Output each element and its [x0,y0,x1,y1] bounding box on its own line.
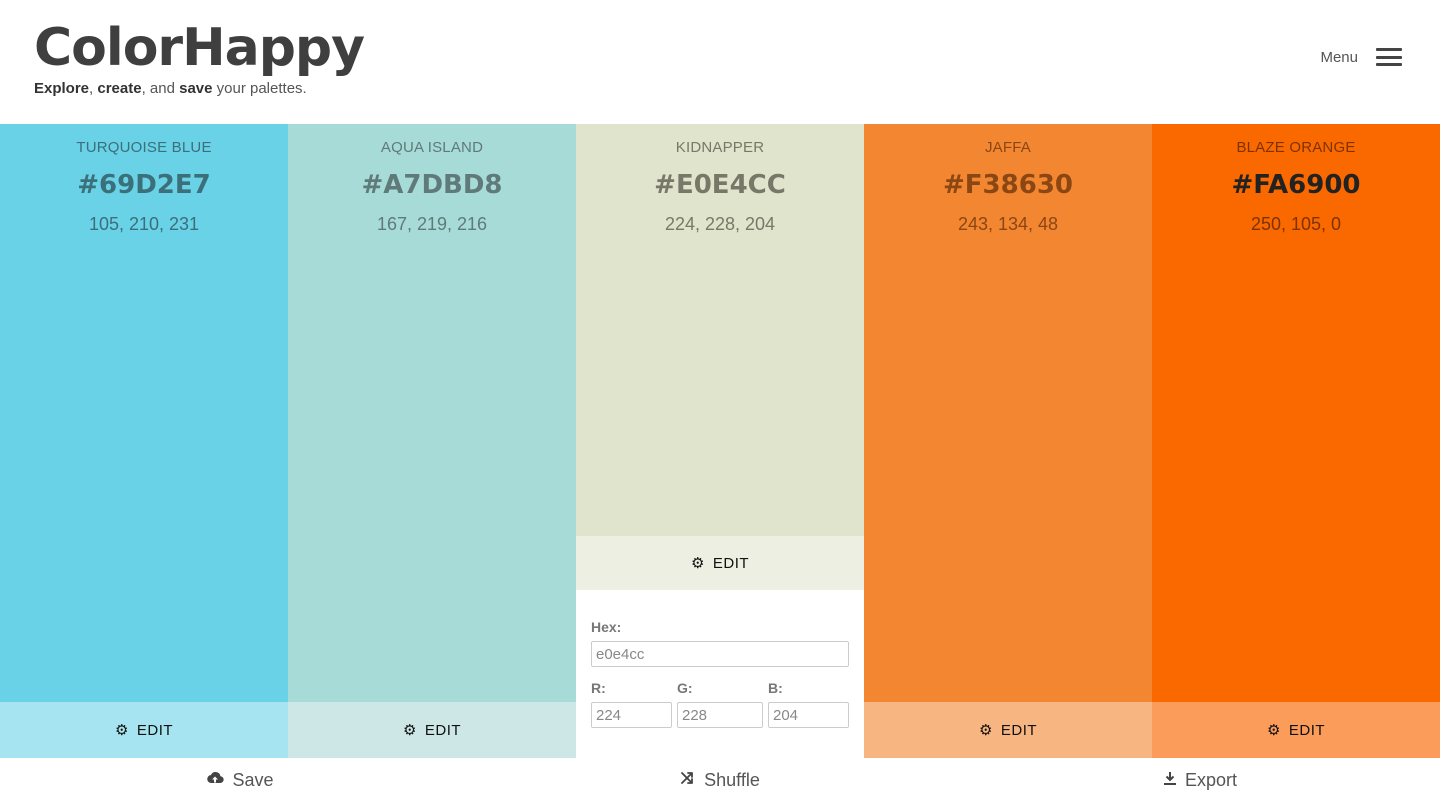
edit-button[interactable]: ⚙ EDIT [864,702,1152,758]
shuffle-button[interactable]: Shuffle [480,758,960,803]
color-name: JAFFA [984,139,1031,156]
edit-button[interactable]: ⚙ EDIT [576,536,864,590]
color-hex: #69D2E7 [77,170,211,200]
edit-label: EDIT [1000,721,1038,739]
edit-button[interactable]: ⚙ EDIT [1152,702,1440,758]
gear-icon: ⚙ [690,554,705,572]
hex-input[interactable] [591,641,849,667]
color-editor-panel: ⚙ EDIT Hex: R: G: B: [576,536,864,758]
swatch-aqua-island: AQUA ISLAND #A7DBD8 167, 219, 216 ⚙ EDIT [288,124,576,758]
shuffle-label: Shuffle [704,770,760,790]
gear-icon: ⚙ [978,721,993,739]
color-name: TURQUOISE BLUE [76,139,212,156]
r-label: R: [591,680,606,696]
swatch-turquoise-blue: TURQUOISE BLUE #69D2E7 105, 210, 231 ⚙ E… [0,124,288,758]
palette: TURQUOISE BLUE #69D2E7 105, 210, 231 ⚙ E… [0,124,1440,758]
g-input[interactable] [677,702,763,728]
b-input[interactable] [768,702,849,728]
color-hex: #F38630 [943,170,1073,200]
edit-label: EDIT [712,554,750,572]
color-hex: #E0E4CC [654,170,786,200]
b-label: B: [768,680,783,696]
gear-icon: ⚙ [1266,721,1281,739]
color-hex: #A7DBD8 [361,170,503,200]
edit-label: EDIT [136,721,174,739]
header: ColorHappy Explore, create, and save you… [0,0,1440,124]
color-rgb: 167, 219, 216 [376,214,488,234]
hamburger-icon [1376,48,1402,66]
color-name: KIDNAPPER [675,139,765,156]
r-input[interactable] [591,702,672,728]
color-name: AQUA ISLAND [380,139,484,156]
export-button[interactable]: Export [960,758,1440,803]
hex-label: Hex: [591,619,622,635]
swatch-kidnapper: KIDNAPPER #E0E4CC 224, 228, 204 ⚙ EDIT H… [576,124,864,758]
edit-label: EDIT [424,721,462,739]
shuffle-icon [680,771,696,790]
footer-toolbar: Save Shuffle Export [0,758,1440,803]
color-hex: #FA6900 [1231,170,1361,200]
download-icon [1163,771,1177,791]
color-name: BLAZE ORANGE [1236,139,1356,156]
menu-button[interactable]: Menu [1320,48,1402,66]
menu-label: Menu [1320,48,1358,66]
gear-icon: ⚙ [114,721,129,739]
edit-label: EDIT [1288,721,1326,739]
swatch-jaffa: JAFFA #F38630 243, 134, 48 ⚙ EDIT [864,124,1152,758]
swatch-blaze-orange: BLAZE ORANGE #FA6900 250, 105, 0 ⚙ EDIT [1152,124,1440,758]
save-button[interactable]: Save [0,758,480,803]
g-label: G: [677,680,693,696]
edit-button[interactable]: ⚙ EDIT [0,702,288,758]
cloud-upload-icon [206,771,225,790]
tagline: Explore, create, and save your palettes. [34,80,307,97]
gear-icon: ⚙ [402,721,417,739]
color-rgb: 105, 210, 231 [88,214,200,234]
save-label: Save [232,770,274,790]
edit-button[interactable]: ⚙ EDIT [288,702,576,758]
color-rgb: 250, 105, 0 [1250,214,1342,234]
color-rgb: 224, 228, 204 [664,214,776,234]
color-rgb: 243, 134, 48 [957,214,1059,234]
export-label: Export [1184,770,1238,790]
logo[interactable]: ColorHappy [34,16,365,80]
